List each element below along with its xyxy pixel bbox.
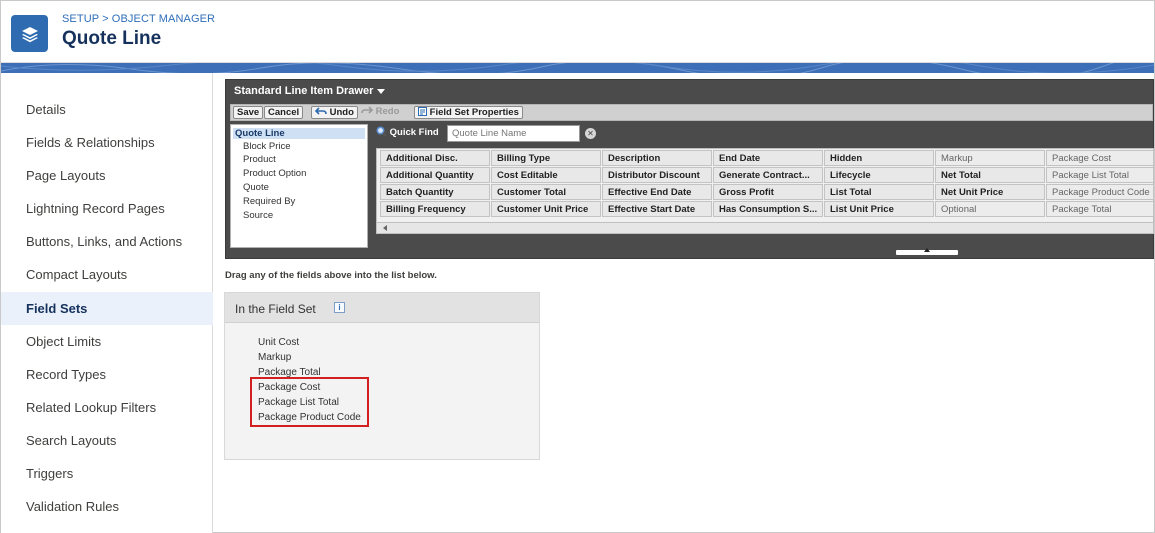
breadcrumb[interactable]: SETUP > OBJECT MANAGER: [62, 13, 215, 25]
field-chip[interactable]: Package Product Code: [1046, 184, 1154, 200]
field-chip[interactable]: Package Cost: [1046, 150, 1154, 166]
sidebar-item-field-sets[interactable]: Field Sets: [1, 292, 213, 325]
header-banner: [1, 63, 1154, 73]
field-chip[interactable]: List Total: [824, 184, 934, 200]
undo-label: Undo: [329, 107, 354, 118]
field-chip[interactable]: Package Total: [1046, 201, 1154, 217]
field-chip[interactable]: Billing Frequency: [380, 201, 490, 217]
field-chip[interactable]: Cost Editable: [491, 167, 601, 183]
sidebar-item-record-types[interactable]: Record Types: [1, 358, 213, 391]
field-chip[interactable]: Generate Contract...: [713, 167, 823, 183]
layers-icon: [11, 15, 48, 52]
highlight-box: [250, 377, 369, 427]
object-item[interactable]: Required By: [231, 196, 367, 207]
redo-icon: [361, 106, 374, 114]
clear-icon[interactable]: ✕: [585, 128, 596, 139]
drawer-resize-handle[interactable]: [896, 248, 958, 255]
scroll-left-icon[interactable]: [383, 225, 387, 231]
sidebar-item-buttons-links-actions[interactable]: Buttons, Links, and Actions: [1, 225, 213, 258]
field-chip[interactable]: Net Unit Price: [935, 184, 1045, 200]
field-chip[interactable]: Additional Quantity: [380, 167, 490, 183]
field-chip[interactable]: Effective Start Date: [602, 201, 712, 217]
object-item[interactable]: Quote Line: [233, 128, 365, 139]
field-chip[interactable]: Gross Profit: [713, 184, 823, 200]
field-set-header: In the Field Set i: [225, 293, 539, 323]
cancel-button[interactable]: Cancel: [264, 106, 304, 119]
field-chip[interactable]: Distributor Discount: [602, 167, 712, 183]
sidebar-item-validation-rules[interactable]: Validation Rules: [1, 490, 213, 523]
field-chip[interactable]: Description: [602, 150, 712, 166]
field-chip[interactable]: Markup: [935, 150, 1045, 166]
sidebar: Details Fields & Relationships Page Layo…: [1, 73, 213, 533]
undo-button[interactable]: Undo: [311, 106, 358, 119]
page-title: Quote Line: [62, 28, 162, 49]
field-set-item[interactable]: Unit Cost: [258, 337, 299, 348]
properties-icon: [418, 107, 427, 116]
sidebar-item-fields-relationships[interactable]: Fields & Relationships: [1, 126, 213, 159]
field-chip[interactable]: End Date: [713, 150, 823, 166]
field-chip[interactable]: Hidden: [824, 150, 934, 166]
object-item[interactable]: Quote: [231, 182, 367, 193]
undo-icon: [314, 107, 327, 115]
drawer-title-label: Standard Line Item Drawer: [234, 85, 374, 97]
chevron-up-icon: [924, 248, 930, 252]
sidebar-item-triggers[interactable]: Triggers: [1, 457, 213, 490]
field-chip[interactable]: Customer Unit Price: [491, 201, 601, 217]
sidebar-item-object-limits[interactable]: Object Limits: [1, 325, 213, 358]
chevron-down-icon[interactable]: [377, 88, 386, 94]
redo-label: Redo: [375, 106, 400, 117]
app-window: SETUP > OBJECT MANAGER Quote Line Detail…: [0, 0, 1155, 533]
object-item[interactable]: Product Option: [231, 168, 367, 179]
drawer-title[interactable]: Standard Line Item Drawer: [234, 85, 386, 97]
sidebar-item-compact-layouts[interactable]: Compact Layouts: [1, 258, 213, 291]
sidebar-item-details[interactable]: Details: [1, 93, 213, 126]
field-set-properties-button[interactable]: Field Set Properties: [414, 106, 523, 119]
search-icon: [376, 126, 387, 137]
object-item[interactable]: Product: [231, 154, 367, 165]
field-chip[interactable]: Batch Quantity: [380, 184, 490, 200]
field-chip[interactable]: Effective End Date: [602, 184, 712, 200]
quick-find-text: Quick Find: [389, 127, 439, 138]
info-icon[interactable]: i: [334, 302, 345, 313]
field-chip[interactable]: Customer Total: [491, 184, 601, 200]
object-item[interactable]: Block Price: [231, 141, 367, 152]
field-chip[interactable]: Package List Total: [1046, 167, 1154, 183]
sidebar-item-related-lookup-filters[interactable]: Related Lookup Filters: [1, 391, 213, 424]
object-item[interactable]: Source: [231, 210, 367, 221]
save-button[interactable]: Save: [233, 106, 264, 119]
drag-hint: Drag any of the fields above into the li…: [225, 270, 437, 281]
field-set-title: In the Field Set: [235, 302, 316, 316]
quick-find-label: Quick Find: [376, 126, 439, 138]
quick-find-input[interactable]: [447, 125, 580, 142]
redo-button[interactable]: Redo: [358, 106, 402, 119]
field-set-properties-label: Field Set Properties: [429, 107, 519, 118]
object-list: Quote Line Block Price Product Product O…: [230, 124, 368, 248]
fields-palette: Additional Disc. Billing Type Descriptio…: [376, 148, 1154, 232]
field-set-panel: In the Field Set i Unit Cost Markup Pack…: [224, 292, 540, 460]
sidebar-item-lightning-record-pages[interactable]: Lightning Record Pages: [1, 192, 213, 225]
field-chip[interactable]: Lifecycle: [824, 167, 934, 183]
field-chip[interactable]: Optional: [935, 201, 1045, 217]
field-chip[interactable]: Additional Disc.: [380, 150, 490, 166]
field-chip[interactable]: Net Total: [935, 167, 1045, 183]
sidebar-item-page-layouts[interactable]: Page Layouts: [1, 159, 213, 192]
field-chip[interactable]: Billing Type: [491, 150, 601, 166]
drawer-toolbar: Save Cancel Undo Redo Field Set Properti…: [230, 104, 1153, 121]
field-chip[interactable]: Has Consumption S...: [713, 201, 823, 217]
horizontal-scrollbar[interactable]: [376, 222, 1154, 234]
sidebar-item-search-layouts[interactable]: Search Layouts: [1, 424, 213, 457]
page-header: SETUP > OBJECT MANAGER Quote Line: [1, 1, 1154, 63]
field-chip[interactable]: List Unit Price: [824, 201, 934, 217]
field-drawer: Standard Line Item Drawer Save Cancel Un…: [225, 79, 1154, 259]
field-set-item[interactable]: Markup: [258, 352, 291, 363]
